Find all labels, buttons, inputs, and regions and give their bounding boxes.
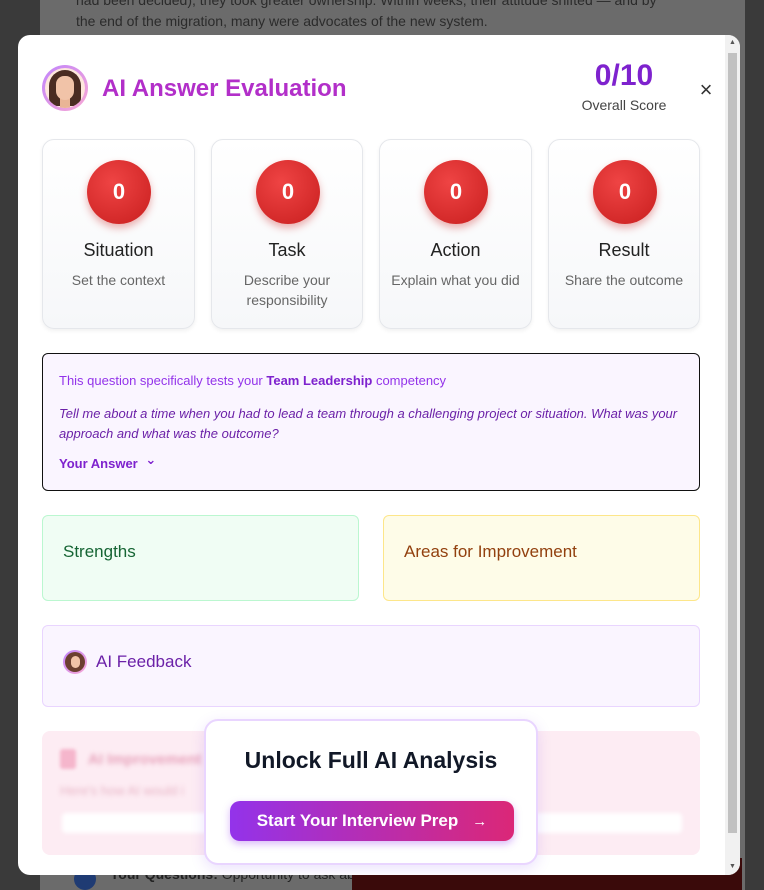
background-line-1: had been decided), they took greater own… — [76, 0, 657, 8]
star-card-situation: 0 Situation Set the context — [42, 139, 195, 329]
action-score: 0 — [424, 160, 488, 224]
improvement-title: Areas for Improvement — [404, 542, 577, 561]
unlock-title: Unlock Full AI Analysis — [244, 747, 498, 773]
task-score: 0 — [256, 160, 320, 224]
star-card-result: 0 Result Share the outcome — [548, 139, 700, 329]
modal-header: AI Answer Evaluation 0/10 Overall Score … — [42, 59, 712, 115]
arrow-right-icon: → — [472, 813, 488, 830]
scroll-down-icon[interactable]: ▼ — [728, 862, 737, 872]
question-text: Tell me about a time when you had to lea… — [59, 406, 678, 441]
ai-feedback-title: AI Feedback — [96, 652, 192, 671]
overall-score-label: Overall Score — [581, 97, 667, 113]
situation-description: Set the context — [71, 272, 166, 288]
scroll-up-icon[interactable]: ▲ — [728, 38, 737, 48]
competency-name: Team Leadership — [266, 373, 373, 388]
action-label: Action — [430, 240, 481, 260]
result-score: 0 — [593, 160, 657, 224]
modal-title: AI Answer Evaluation — [102, 75, 347, 102]
strengths-panel: Strengths — [42, 515, 359, 601]
task-label: Task — [268, 240, 306, 260]
ai-avatar — [42, 65, 88, 111]
star-score-cards: 0 Situation Set the context 0 Task Descr… — [42, 139, 700, 329]
question-panel: This question specifically tests your Te… — [42, 353, 700, 491]
situation-label: Situation — [83, 240, 154, 260]
background-line-2: the end of the migration, many were advo… — [76, 13, 488, 29]
your-answer-toggle[interactable]: Your Answer ⌄ — [59, 452, 156, 472]
overall-score-value: 0/10 — [594, 59, 654, 92]
star-card-action: 0 Action Explain what you did — [379, 139, 532, 329]
star-card-task: 0 Task Describe your responsibility — [211, 139, 363, 329]
ai-avatar-small — [63, 650, 87, 674]
chevron-down-icon: ⌄ — [145, 452, 157, 467]
locked-subtitle: Here's how AI would i — [60, 783, 184, 798]
result-label: Result — [598, 240, 650, 260]
ai-feedback-panel: AI Feedback — [42, 625, 700, 707]
unlock-card: Unlock Full AI Analysis Start Your Inter… — [204, 719, 538, 865]
document-icon — [60, 749, 76, 769]
locked-title: AI Improvement — [88, 751, 202, 768]
result-description: Share the outcome — [564, 272, 684, 288]
strengths-title: Strengths — [63, 542, 136, 561]
evaluation-modal: AI Answer Evaluation 0/10 Overall Score … — [18, 35, 740, 875]
task-description: Describe your responsibility — [243, 272, 331, 308]
improvement-panel: Areas for Improvement — [383, 515, 700, 601]
modal-scrollbar[interactable]: ▲ ▼ — [725, 35, 740, 875]
scroll-thumb[interactable] — [728, 53, 737, 833]
start-interview-prep-button[interactable]: Start Your Interview Prep → — [230, 801, 514, 841]
action-description: Explain what you did — [391, 272, 520, 288]
competency-line: This question specifically tests your Te… — [59, 373, 447, 388]
close-button[interactable]: × — [694, 78, 718, 102]
situation-score: 0 — [87, 160, 151, 224]
